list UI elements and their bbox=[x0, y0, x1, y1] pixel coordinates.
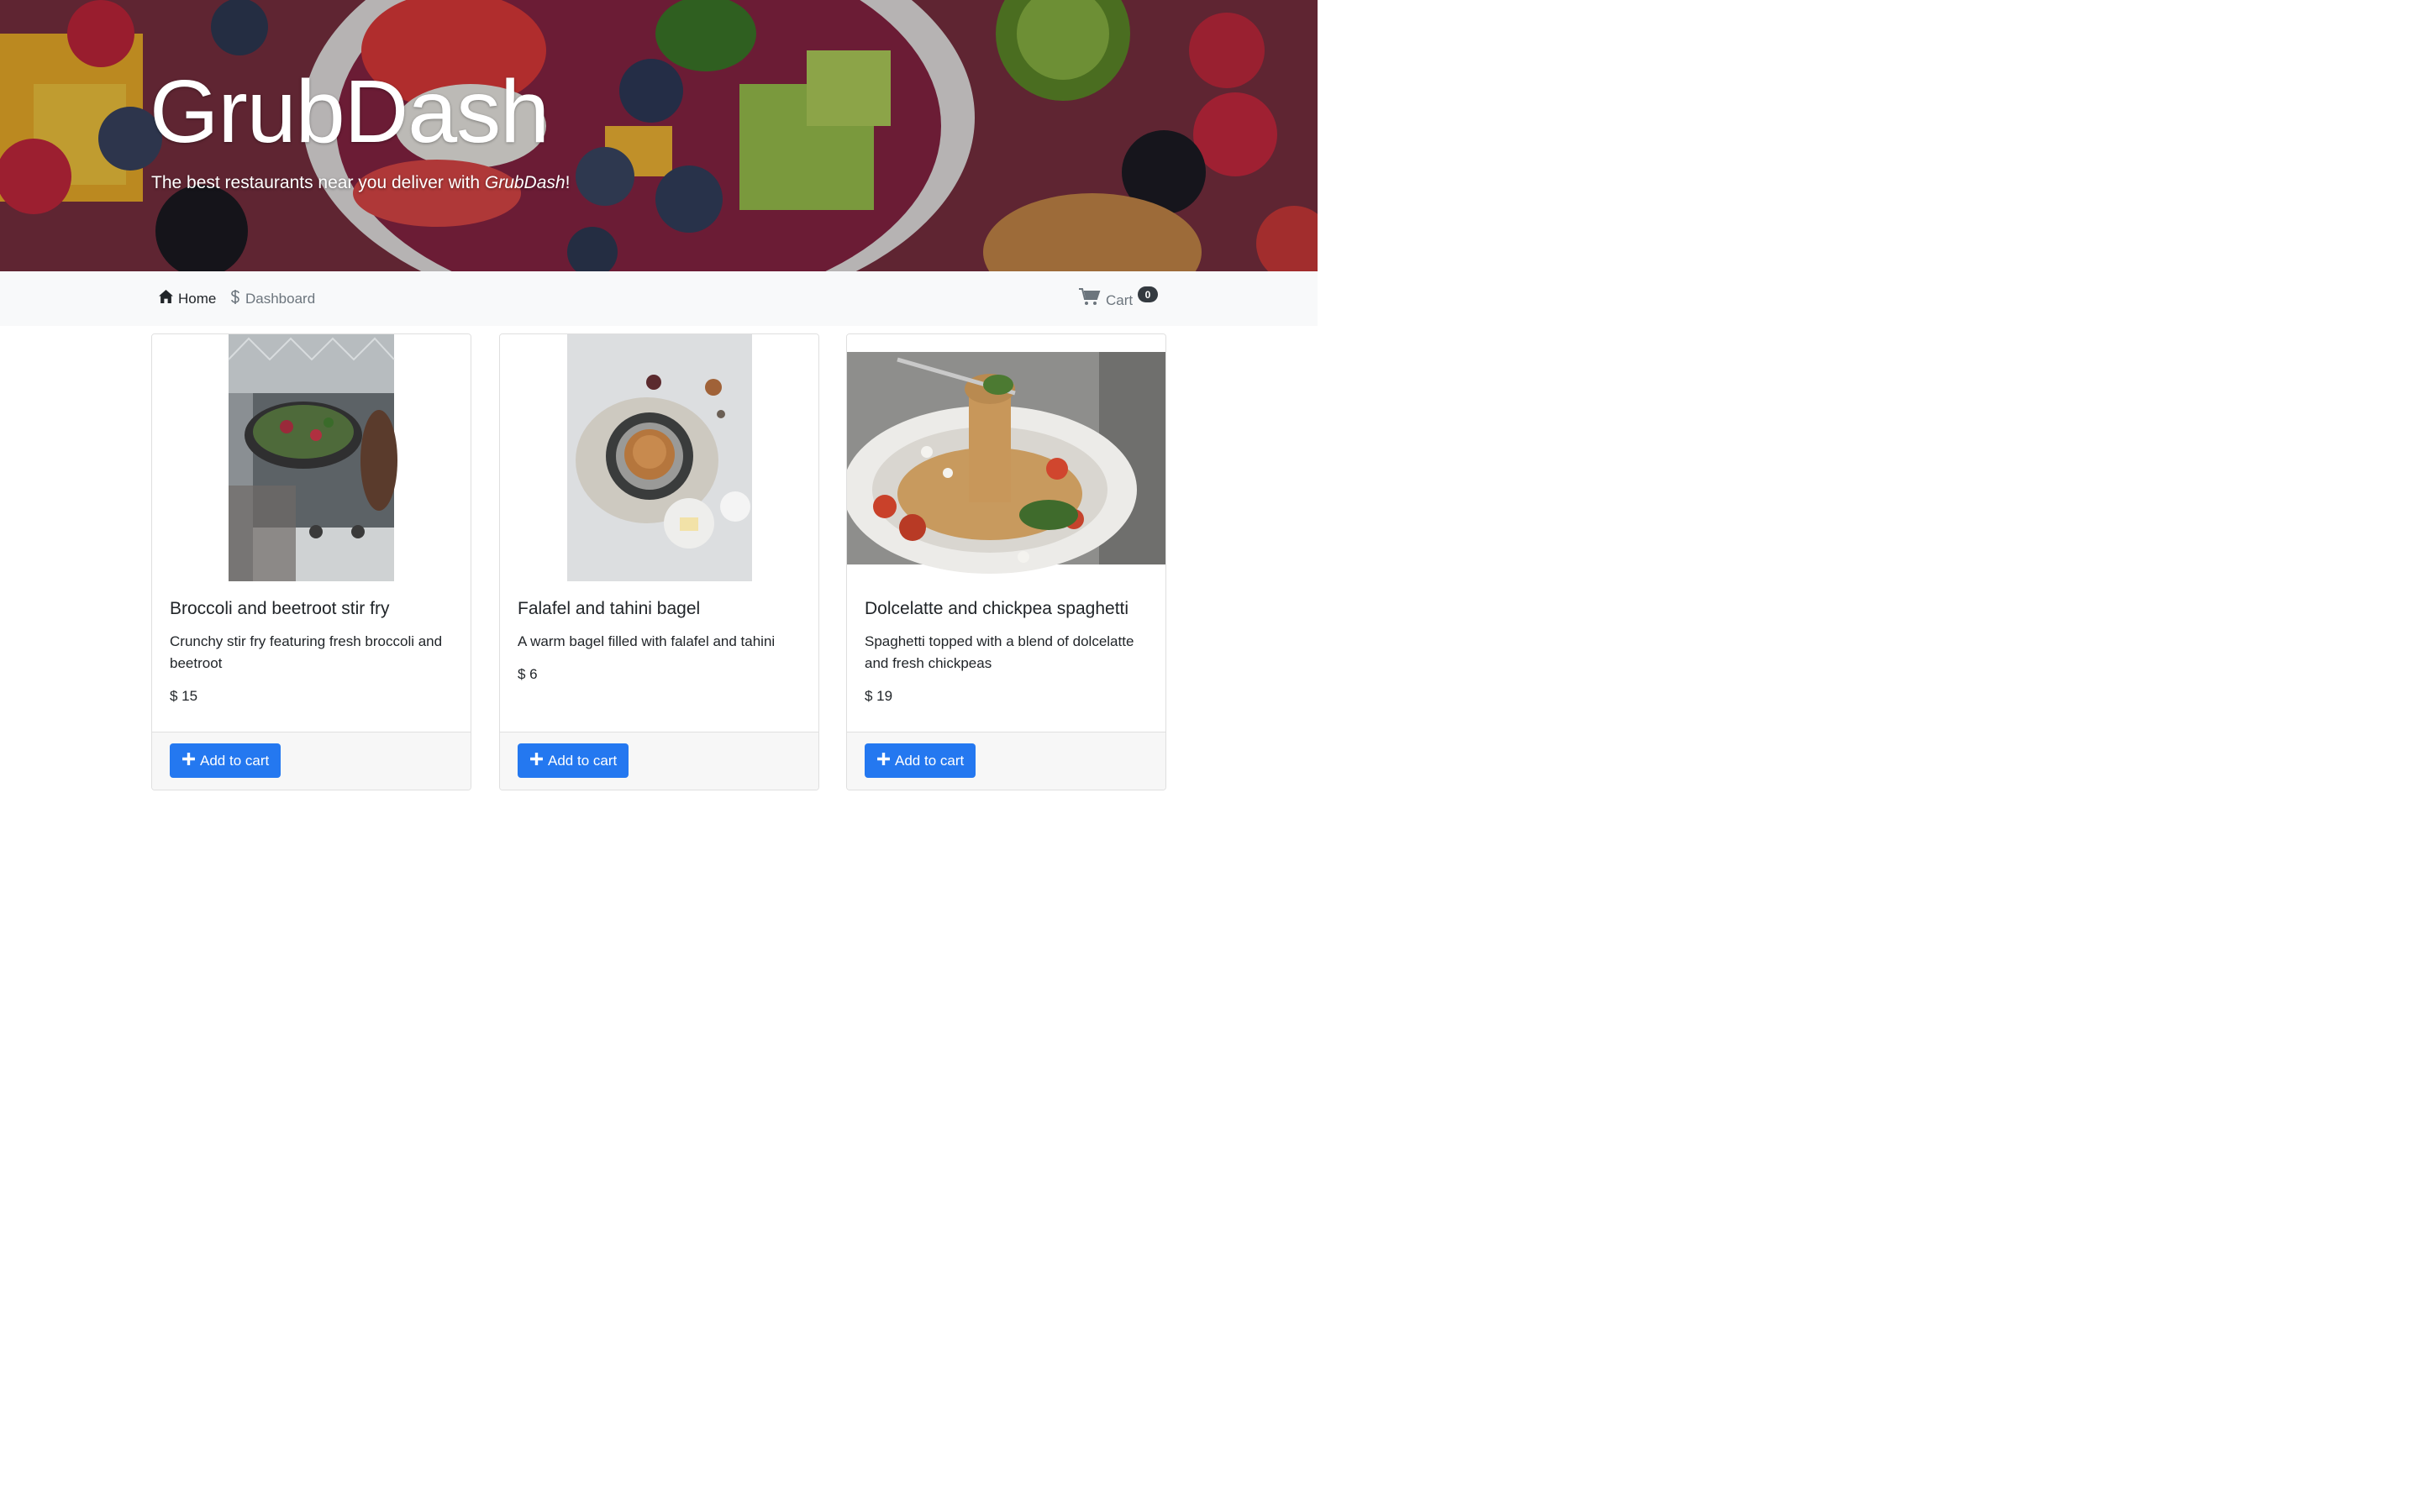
navbar: Home Dashboard Cart bbox=[0, 271, 1318, 326]
card-footer: Add to cart bbox=[152, 732, 471, 790]
card-footer: Add to cart bbox=[847, 732, 1165, 790]
card-image bbox=[500, 334, 818, 583]
site-tagline: The best restaurants near you deliver wi… bbox=[151, 173, 570, 193]
plus-icon bbox=[529, 752, 544, 770]
add-to-cart-label: Add to cart bbox=[895, 752, 965, 769]
tagline-suffix: ! bbox=[565, 173, 571, 192]
card-description: A warm bagel filled with falafel and tah… bbox=[518, 633, 776, 650]
tagline-text: The best restaurants near you deliver wi… bbox=[151, 173, 485, 192]
add-to-cart-button[interactable]: Add to cart bbox=[865, 743, 976, 778]
cart-icon bbox=[1079, 287, 1101, 310]
site-title: GrubDash bbox=[150, 62, 550, 161]
stir-fry-pan-photo bbox=[152, 334, 471, 583]
nav-home-label: Home bbox=[178, 290, 217, 307]
menu-item-card: Falafel and tahini bagel A warm bagel fi… bbox=[499, 333, 819, 790]
tagline-brand: GrubDash bbox=[484, 173, 566, 192]
card-title: Dolcelatte and chickpea spaghetti bbox=[865, 599, 1129, 618]
add-to-cart-label: Add to cart bbox=[200, 752, 270, 769]
plus-icon bbox=[876, 752, 891, 770]
card-body: Dolcelatte and chickpea spaghetti Spaghe… bbox=[865, 598, 1148, 705]
card-image bbox=[152, 334, 471, 583]
add-to-cart-label: Add to cart bbox=[548, 752, 618, 769]
nav-cart-link[interactable]: Cart bbox=[1079, 271, 1133, 326]
add-to-cart-button[interactable]: Add to cart bbox=[518, 743, 629, 778]
card-price: $ 19 bbox=[865, 688, 893, 705]
plus-icon bbox=[182, 752, 196, 770]
house-icon bbox=[159, 290, 173, 307]
card-price: $ 15 bbox=[170, 688, 198, 705]
cart-count-badge: 0 bbox=[1138, 286, 1158, 302]
card-price: $ 6 bbox=[518, 666, 538, 683]
nav-home-link[interactable]: Home bbox=[159, 271, 216, 326]
nav-dashboard-link[interactable]: Dashboard bbox=[230, 271, 315, 326]
card-body: Falafel and tahini bagel A warm bagel fi… bbox=[518, 598, 801, 683]
bagel-plate-photo bbox=[500, 334, 818, 583]
hero-banner: GrubDash The best restaurants near you d… bbox=[0, 0, 1318, 271]
card-description: Spaghetti topped with a blend of dolcela… bbox=[865, 633, 1134, 672]
spaghetti-plate-photo bbox=[847, 334, 1165, 583]
nav-cart-label: Cart bbox=[1106, 291, 1134, 308]
menu-item-card: Dolcelatte and chickpea spaghetti Spaghe… bbox=[846, 333, 1166, 790]
card-footer: Add to cart bbox=[500, 732, 818, 790]
card-body: Broccoli and beetroot stir fry Crunchy s… bbox=[170, 598, 453, 705]
card-image bbox=[847, 334, 1165, 583]
dollar-icon bbox=[230, 289, 240, 309]
menu-item-card: Broccoli and beetroot stir fry Crunchy s… bbox=[151, 333, 471, 790]
card-description: Crunchy stir fry featuring fresh broccol… bbox=[170, 633, 443, 672]
nav-dashboard-label: Dashboard bbox=[245, 290, 316, 307]
card-title: Broccoli and beetroot stir fry bbox=[170, 599, 390, 618]
add-to-cart-button[interactable]: Add to cart bbox=[170, 743, 281, 778]
card-title: Falafel and tahini bagel bbox=[518, 599, 701, 618]
